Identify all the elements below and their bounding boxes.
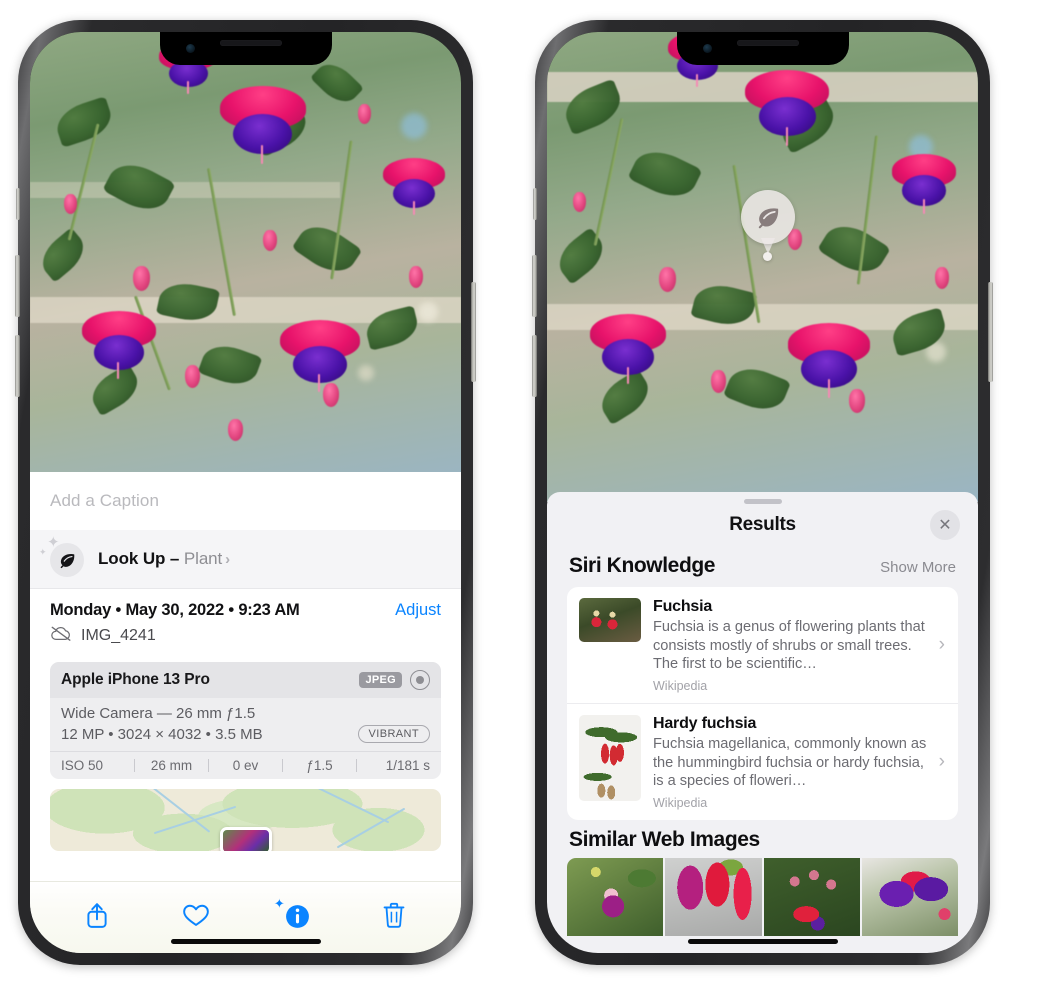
location-map-strip[interactable]	[50, 789, 441, 851]
look-up-action: Look Up –	[98, 549, 180, 568]
power-button[interactable]	[471, 282, 476, 382]
look-up-icon-wrap: ✦ ✦	[39, 535, 84, 577]
exif-shutter: 1/181 s	[385, 758, 430, 773]
left-phone-frame: Add a Caption ✦ ✦ Look Up – Plant › Mond…	[15, 20, 476, 965]
result-description: Fuchsia magellanica, commonly known as t…	[653, 736, 927, 790]
volume-up-button[interactable]	[532, 255, 537, 317]
photo-view[interactable]	[547, 32, 978, 502]
result-text: Fuchsia Fuchsia is a genus of flowering …	[653, 598, 946, 693]
metadata-file-row: IMG_4241	[50, 626, 441, 646]
close-icon[interactable]: ✕	[930, 510, 960, 540]
photo-thumbnail-pin[interactable]	[219, 827, 272, 851]
web-image-1[interactable]	[567, 858, 664, 937]
sparkles-icon: ✦	[273, 895, 285, 911]
lens-info: Wide Camera — 26 mm ƒ1.5	[61, 705, 256, 722]
exif-body: Wide Camera — 26 mm ƒ1.5 12 MP • 3024 × …	[50, 698, 441, 751]
caption-input[interactable]: Add a Caption	[50, 491, 159, 511]
right-phone-screen: Results ✕ Siri Knowledge Show More Fuchs…	[547, 32, 978, 953]
result-description: Fuchsia is a genus of flowering plants t…	[653, 619, 925, 673]
result-title: Hardy fuchsia	[653, 715, 757, 733]
earpiece-speaker	[219, 40, 282, 46]
result-text: Hardy fuchsia Fuchsia magellanica, commo…	[653, 715, 946, 810]
photo-date: Monday • May 30, 2022 • 9:23 AM	[50, 601, 300, 619]
file-format-badge: JPEG	[359, 672, 402, 688]
result-thumbnail	[579, 715, 641, 802]
volume-down-button[interactable]	[532, 335, 537, 397]
result-source: Wikipedia	[653, 679, 708, 694]
screenshot-stage: Add a Caption ✦ ✦ Look Up – Plant › Mond…	[0, 0, 1055, 985]
volume-up-button[interactable]	[15, 255, 20, 317]
exif-settings-row: ISO 50 26 mm 0 ev ƒ1.5 1/181 s	[50, 751, 441, 779]
look-up-badge-dot	[763, 252, 772, 261]
device-notch	[676, 32, 849, 65]
results-header: Results ✕	[547, 504, 978, 546]
section-title: Siri Knowledge	[569, 554, 716, 577]
front-camera	[185, 44, 195, 53]
look-up-subject: Plant	[183, 549, 223, 568]
earpiece-speaker	[736, 40, 799, 46]
section-title: Similar Web Images	[569, 828, 760, 852]
web-image-2[interactable]	[665, 858, 762, 937]
delete-button[interactable]	[371, 895, 417, 935]
metadata-block: Monday • May 30, 2022 • 9:23 AM Adjust I…	[30, 588, 461, 656]
results-title: Results	[729, 514, 796, 535]
favorite-button[interactable]	[173, 895, 219, 935]
exif-header-badges: JPEG	[359, 670, 430, 690]
photo-view[interactable]	[30, 32, 461, 482]
look-up-row[interactable]: ✦ ✦ Look Up – Plant ›	[30, 530, 461, 588]
image-size-info: 12 MP • 3024 × 4032 • 3.5 MB	[61, 725, 263, 743]
siri-knowledge-card: Fuchsia Fuchsia is a genus of flowering …	[567, 587, 958, 821]
web-image-3[interactable]	[763, 858, 860, 937]
chevron-right-icon: ›	[938, 634, 945, 655]
exif-header: Apple iPhone 13 Pro JPEG	[50, 662, 441, 698]
caption-row[interactable]: Add a Caption	[30, 472, 461, 530]
volume-down-button[interactable]	[15, 335, 20, 397]
siri-knowledge-header: Siri Knowledge Show More	[547, 546, 978, 587]
exif-iso: ISO 50	[61, 758, 104, 773]
power-button[interactable]	[988, 282, 993, 382]
exif-exposure: 0 ev	[232, 758, 259, 773]
chevron-right-icon: ›	[225, 551, 231, 568]
exif-size-row: 12 MP • 3024 × 4032 • 3.5 MB VIBRANT	[61, 725, 430, 743]
metadata-date-row: Monday • May 30, 2022 • 9:23 AM Adjust	[50, 601, 441, 620]
leaf-icon	[50, 543, 84, 577]
knowledge-result-row[interactable]: Fuchsia Fuchsia is a genus of flowering …	[567, 587, 958, 703]
mute-switch[interactable]	[16, 188, 20, 220]
look-up-label: Look Up – Plant ›	[98, 549, 230, 569]
photographic-style-badge: VIBRANT	[357, 725, 430, 743]
exif-focal: 26 mm	[150, 758, 193, 773]
result-title: Fuchsia	[653, 598, 713, 615]
sparkles-icon-small: ✦	[39, 547, 47, 557]
chevron-right-icon: ›	[938, 751, 945, 773]
similar-web-images-row[interactable]	[567, 858, 958, 937]
adjust-button[interactable]: Adjust	[395, 601, 441, 620]
mute-switch[interactable]	[533, 188, 537, 220]
right-phone-frame: Results ✕ Siri Knowledge Show More Fuchs…	[532, 20, 993, 965]
result-source: Wikipedia	[653, 796, 708, 811]
device-notch	[159, 32, 332, 65]
exif-card[interactable]: Apple iPhone 13 Pro JPEG Wide Camera — 2…	[50, 662, 441, 779]
share-button[interactable]	[74, 895, 120, 935]
show-more-button[interactable]: Show More	[880, 559, 956, 576]
look-up-leaf-badge[interactable]	[741, 190, 795, 244]
info-button[interactable]: ✦	[272, 895, 318, 935]
home-indicator[interactable]	[170, 939, 321, 944]
result-thumbnail	[579, 598, 641, 642]
camera-device-name: Apple iPhone 13 Pro	[61, 671, 210, 688]
similar-web-images-header: Similar Web Images	[547, 820, 978, 858]
web-image-4[interactable]	[861, 858, 958, 937]
visual-lookup-results-sheet: Results ✕ Siri Knowledge Show More Fuchs…	[547, 492, 978, 953]
left-phone-screen: Add a Caption ✦ ✦ Look Up – Plant › Mond…	[30, 32, 461, 953]
raw-aperture-icon	[410, 670, 430, 690]
photo-detail-sheet: Add a Caption ✦ ✦ Look Up – Plant › Mond…	[30, 472, 461, 953]
photo-filename: IMG_4241	[81, 627, 156, 644]
exif-aperture: ƒ1.5	[306, 758, 333, 773]
knowledge-result-row[interactable]: Hardy fuchsia Fuchsia magellanica, commo…	[567, 703, 958, 820]
icloud-slash-icon	[50, 626, 72, 646]
home-indicator[interactable]	[687, 939, 838, 944]
front-camera	[702, 44, 712, 53]
